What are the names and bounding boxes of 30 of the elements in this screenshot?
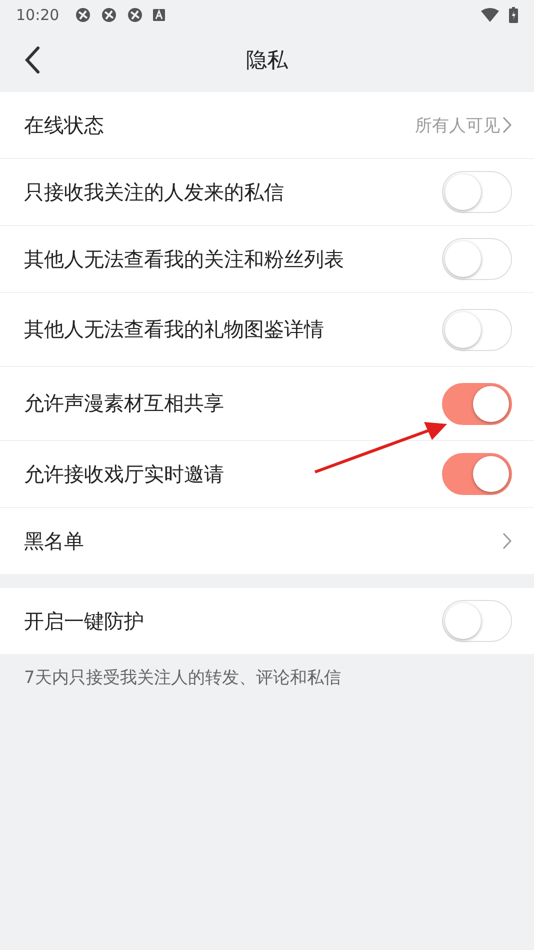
setting-label: 允许接收戏厅实时邀请 [24,460,224,488]
keyboard-icon [153,9,166,21]
notification-icon [101,7,118,23]
settings-row[interactable]: 开启一键防护 [0,588,534,654]
toggle-switch[interactable] [442,382,512,424]
settings-row[interactable]: 黑名单 [0,508,534,574]
setting-label: 只接收我关注的人发来的私信 [24,178,284,206]
setting-note: 7天内只接受我关注人的转发、评论和私信 [24,667,342,689]
setting-label: 在线状态 [24,112,104,138]
settings-row[interactable]: 允许接收戏厅实时邀请 [0,441,534,508]
setting-label: 其他人无法查看我的关注和粉丝列表 [24,246,344,272]
page-title: 隐私 [246,47,288,74]
setting-label: 允许声漫素材互相共享 [24,390,224,417]
chevron-right-icon [502,116,512,134]
notification-icon [75,7,92,23]
chevron-right-icon [502,532,512,550]
settings-row[interactable]: 只接收我关注的人发来的私信 [0,159,534,226]
settings-row[interactable]: 其他人无法查看我的礼物图鉴详情 [0,293,534,367]
settings-row[interactable]: 允许声漫素材互相共享 [0,367,534,441]
setting-value: 所有人可见 [415,114,500,136]
setting-label: 黑名单 [24,528,84,554]
setting-label: 开启一键防护 [24,608,144,634]
toggle-switch[interactable] [442,453,512,495]
settings-row[interactable]: 其他人无法查看我的关注和粉丝列表 [0,226,534,293]
wifi-icon [481,8,499,22]
settings-row[interactable]: 在线状态 所有人可见 [0,92,534,159]
setting-label: 其他人无法查看我的礼物图鉴详情 [24,316,324,343]
notification-icon [127,7,144,23]
battery-icon [509,7,518,23]
status-time: 10:20 [16,6,60,24]
